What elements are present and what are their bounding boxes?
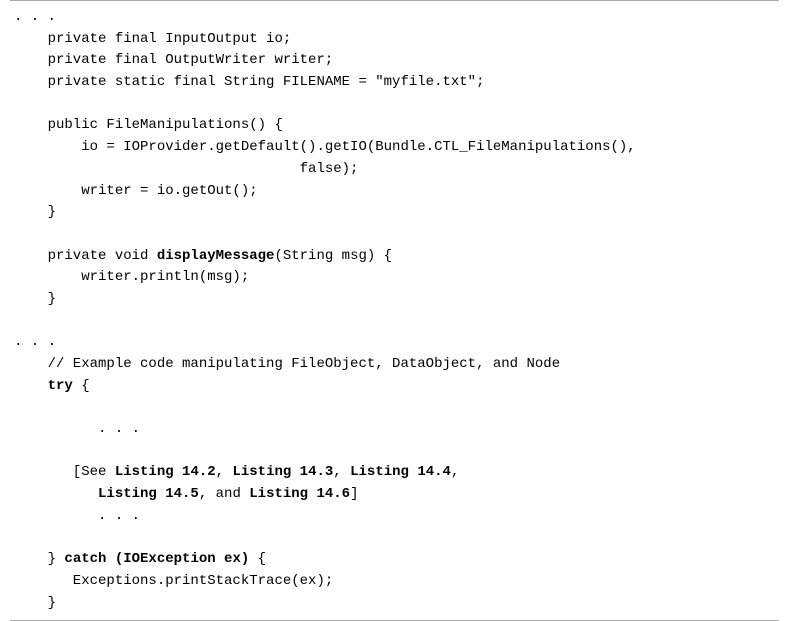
code-line: writer = io.getOut(); — [14, 183, 258, 199]
code-line: Exceptions.printStackTrace(ex); — [14, 573, 333, 589]
code-line: . . . — [14, 421, 140, 437]
code-line: ] — [350, 486, 358, 502]
code-line: , — [216, 464, 233, 480]
code-line: , — [451, 464, 459, 480]
code-bold: Listing 14.5 — [98, 486, 199, 502]
code-bold: displayMessage — [157, 248, 275, 264]
code-bold: Listing 14.6 — [249, 486, 350, 502]
code-line: writer.println(msg); — [14, 269, 249, 285]
code-line — [14, 486, 98, 502]
code-listing: . . . private final InputOutput io; priv… — [10, 0, 779, 621]
code-line: } — [14, 551, 64, 567]
code-line: (String msg) { — [274, 248, 392, 264]
code-line: private void — [14, 248, 157, 264]
code-line: } — [14, 204, 56, 220]
code-line — [14, 378, 48, 394]
code-line: private final InputOutput io; — [14, 31, 291, 47]
code-line: false); — [14, 161, 358, 177]
code-line: private static final String FILENAME = "… — [14, 74, 484, 90]
code-line: public FileManipulations() { — [14, 117, 283, 133]
code-line: } — [14, 291, 56, 307]
code-line: } — [14, 595, 56, 611]
code-bold: Listing 14.4 — [350, 464, 451, 480]
code-line: [See — [14, 464, 115, 480]
code-line: . . . — [14, 9, 56, 25]
code-line: , — [333, 464, 350, 480]
code-line: . . . — [14, 508, 140, 524]
code-bold: catch (IOException ex) — [64, 551, 249, 567]
code-line: private final OutputWriter writer; — [14, 52, 333, 68]
code-line: , and — [199, 486, 249, 502]
code-line: io = IOProvider.getDefault().getIO(Bundl… — [14, 139, 636, 155]
code-bold: Listing 14.3 — [232, 464, 333, 480]
code-line: // Example code manipulating FileObject,… — [14, 356, 560, 372]
code-line: { — [73, 378, 90, 394]
code-bold: Listing 14.2 — [115, 464, 216, 480]
code-block: . . . private final InputOutput io; priv… — [10, 7, 779, 614]
code-line: { — [249, 551, 266, 567]
code-bold: try — [48, 378, 73, 394]
code-line: . . . — [14, 334, 56, 350]
